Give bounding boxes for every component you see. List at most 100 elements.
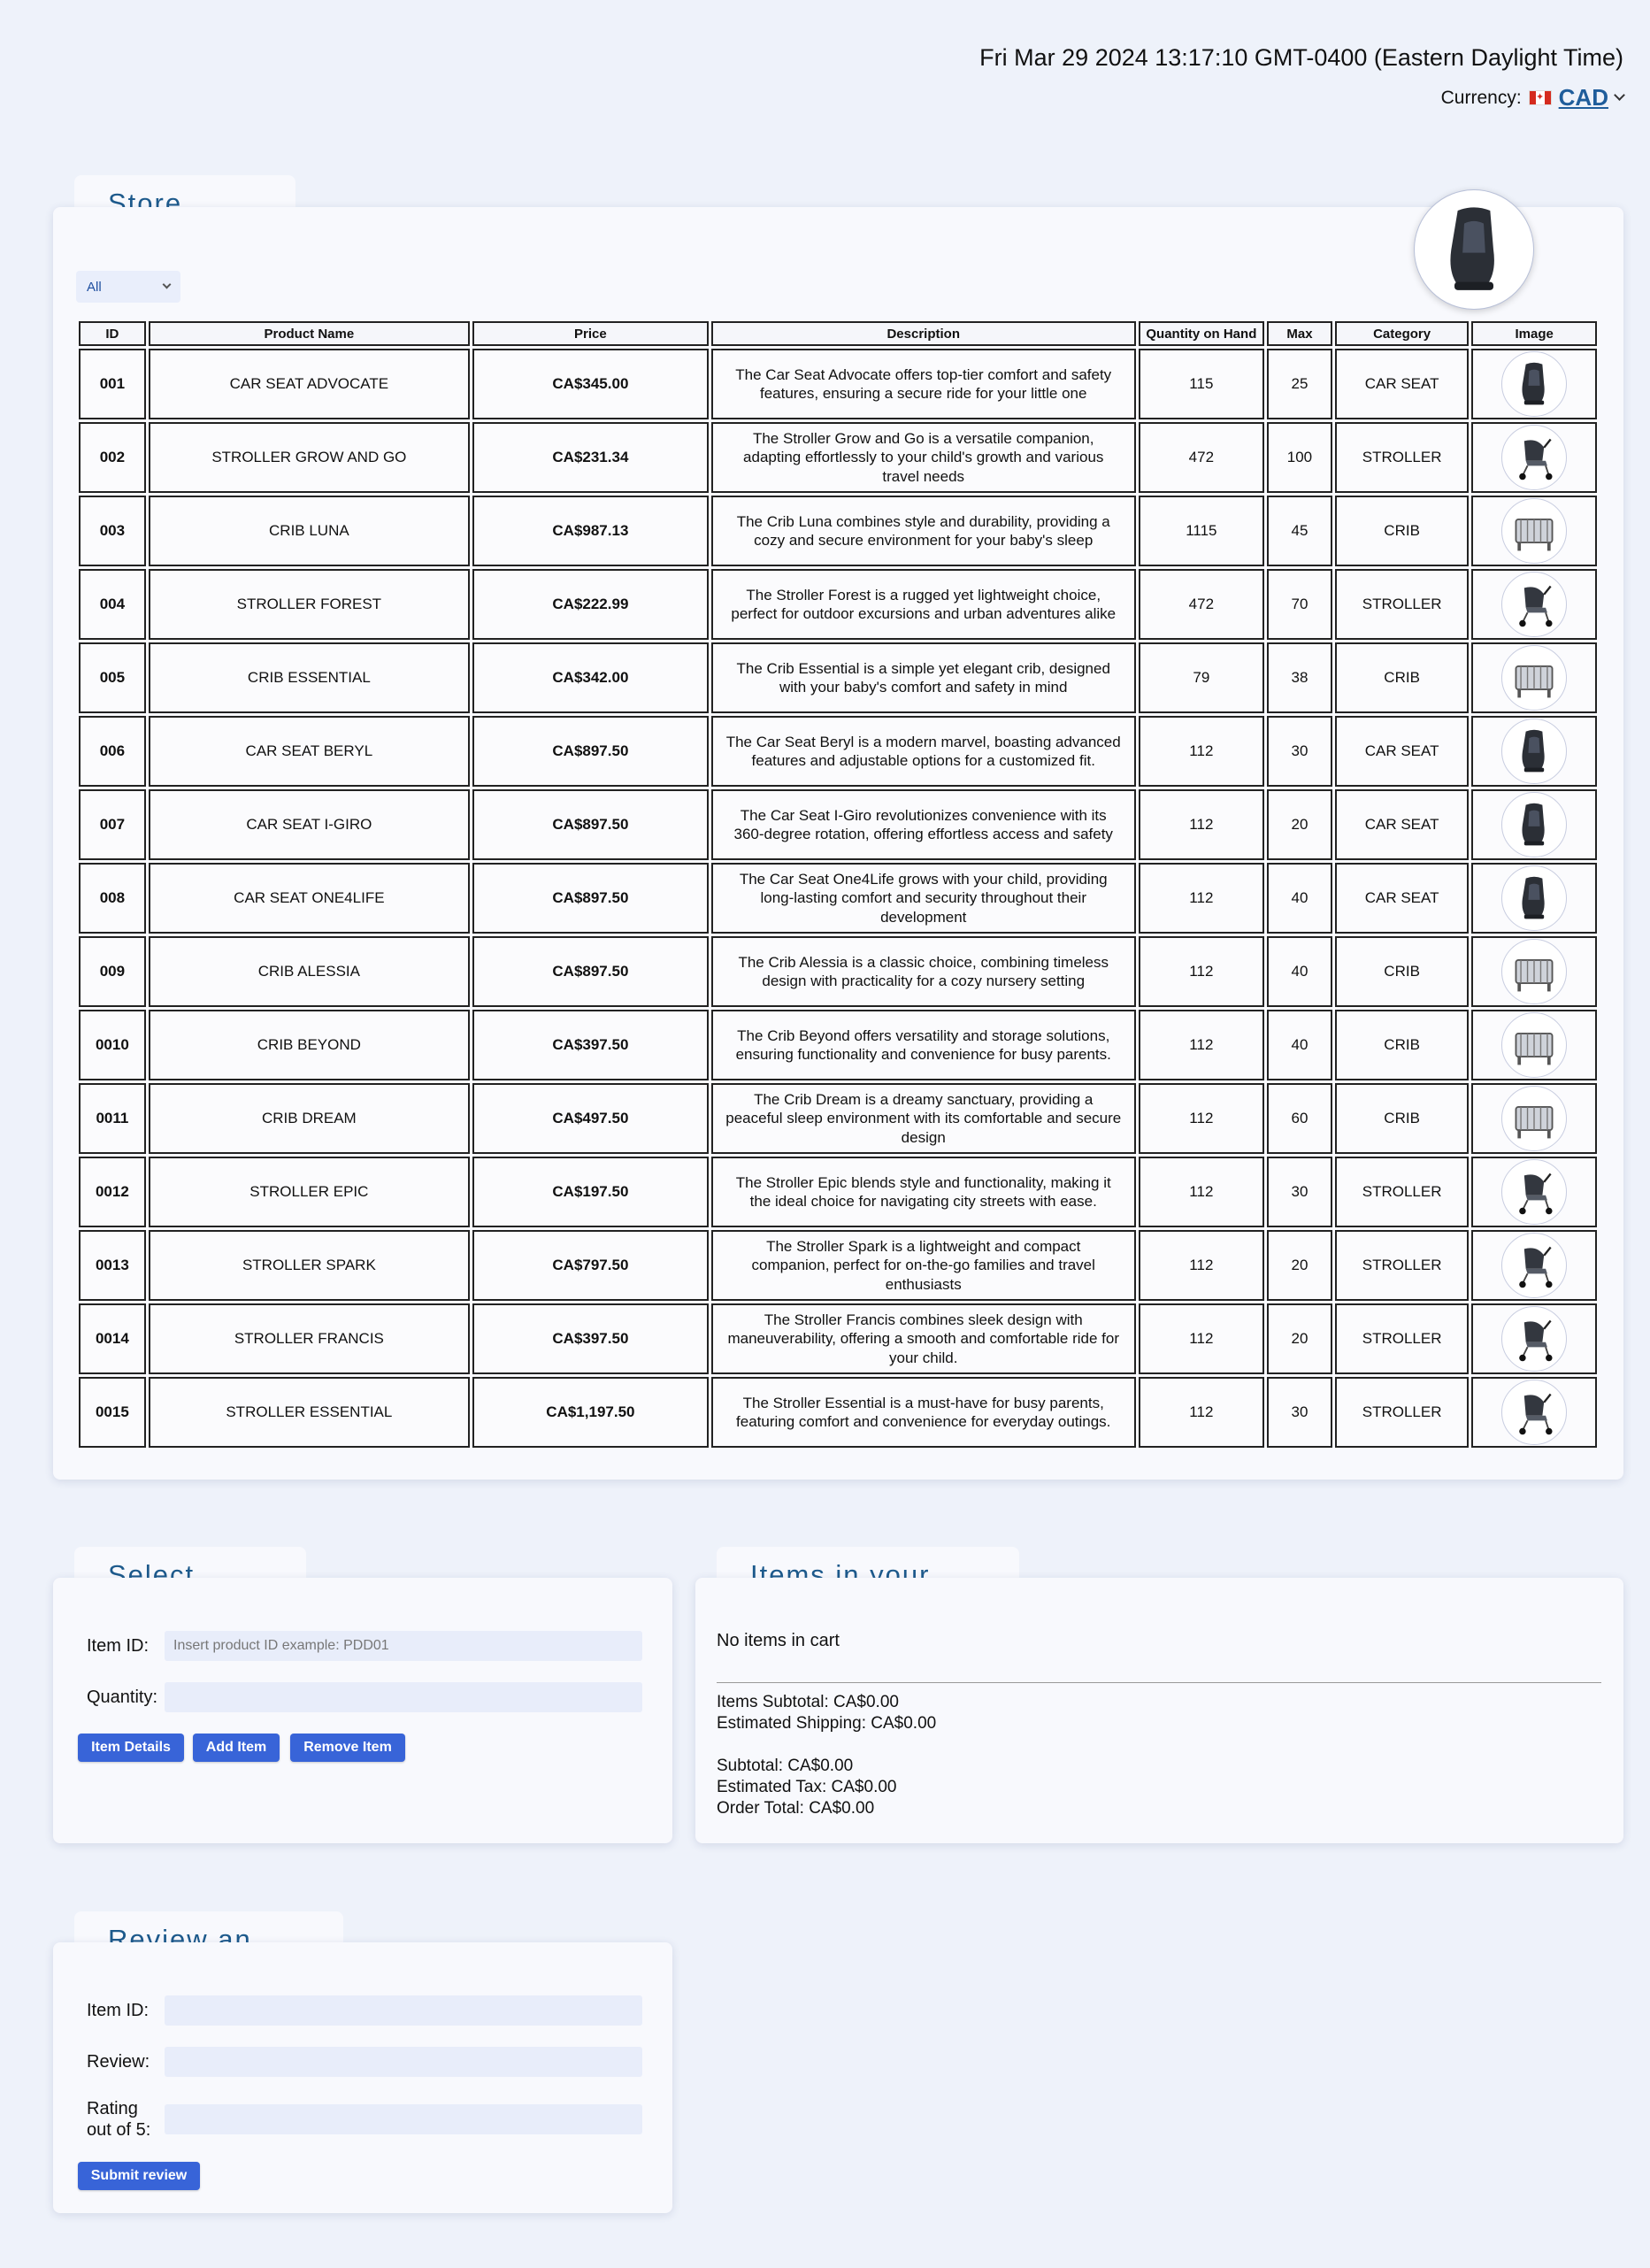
add-item-button[interactable]: Add Item <box>193 1734 280 1762</box>
product-thumbnail[interactable] <box>1501 425 1568 490</box>
cell-max: 100 <box>1267 422 1332 493</box>
cell-category: STROLLER <box>1334 1157 1470 1227</box>
column-header: Description <box>710 321 1136 346</box>
cell-image <box>1471 789 1597 860</box>
table-row: 007 CAR SEAT I-GIRO CA$897.50 The Car Seat … <box>79 789 1597 860</box>
product-thumbnail[interactable] <box>1501 645 1568 711</box>
product-thumbnail[interactable] <box>1501 865 1568 931</box>
crib-icon <box>1515 1106 1554 1139</box>
items-subtotal: Items Subtotal: CA$0.00 <box>717 1693 899 1711</box>
cell-product-name: CRIB ESSENTIAL <box>148 642 470 713</box>
cell-quantity: 112 <box>1138 1010 1265 1080</box>
review-text-row: Review: <box>87 2047 642 2077</box>
currency-select[interactable]: CAD <box>1558 84 1625 111</box>
cell-quantity: 112 <box>1138 1230 1265 1301</box>
cell-quantity: 112 <box>1138 863 1265 934</box>
cell-id: 006 <box>79 716 146 787</box>
cell-description: The Crib Luna combines style and durabil… <box>710 496 1136 566</box>
category-filter-select[interactable]: All <box>76 271 180 303</box>
stroller-icon <box>1519 1172 1553 1215</box>
cell-product-name: STROLLER EPIC <box>148 1157 470 1227</box>
submit-review-button[interactable]: Submit review <box>78 2162 200 2190</box>
rating-input[interactable] <box>165 2104 642 2134</box>
product-thumbnail[interactable] <box>1501 572 1568 637</box>
cell-price: CA$897.50 <box>472 789 709 860</box>
car-seat-icon <box>1522 729 1545 773</box>
cell-description: The Stroller Epic blends style and funct… <box>710 1157 1136 1227</box>
table-header-row: ID Product Name Price Description Quanti… <box>79 321 1597 346</box>
cell-quantity: 112 <box>1138 936 1265 1007</box>
product-thumbnail[interactable] <box>1501 351 1568 417</box>
review-input[interactable] <box>165 2047 642 2077</box>
crib-icon <box>1515 665 1554 698</box>
item-details-button[interactable]: Item Details <box>78 1734 184 1762</box>
item-id-input[interactable]: Insert product ID example: PDD01 <box>165 1631 642 1661</box>
image-wrapper <box>1473 1086 1595 1151</box>
column-header: Image <box>1471 321 1597 346</box>
cell-price: CA$897.50 <box>472 863 709 934</box>
cell-image <box>1471 349 1597 419</box>
crib-icon <box>1515 1033 1554 1065</box>
cell-product-name: CRIB DREAM <box>148 1083 470 1154</box>
cell-description: The Car Seat One4Life grows with your ch… <box>710 863 1136 934</box>
image-wrapper <box>1473 939 1595 1004</box>
cell-quantity: 1115 <box>1138 496 1265 566</box>
cell-id: 002 <box>79 422 146 493</box>
cell-price: CA$222.99 <box>472 569 709 640</box>
table-row: 005 CRIB ESSENTIAL CA$342.00 The Crib Essen… <box>79 642 1597 713</box>
cart-empty-text: No items in cart <box>717 1631 840 1650</box>
cell-id: 0010 <box>79 1010 146 1080</box>
product-thumbnail[interactable] <box>1501 792 1568 857</box>
table-row: 0014 STROLLER FRANCIS CA$397.50 The Strolle… <box>79 1303 1597 1374</box>
cell-image <box>1471 1157 1597 1227</box>
cart-divider <box>717 1682 1601 1683</box>
product-thumbnail[interactable] <box>1501 1086 1568 1151</box>
table-row: 0013 STROLLER SPARK CA$797.50 The Stroller … <box>79 1230 1597 1301</box>
product-thumbnail[interactable] <box>1501 1012 1568 1078</box>
cell-category: STROLLER <box>1334 1303 1470 1374</box>
cell-max: 20 <box>1267 789 1332 860</box>
cell-price: CA$345.00 <box>472 349 709 419</box>
cell-price: CA$397.50 <box>472 1010 709 1080</box>
table-row: 009 CRIB ALESSIA CA$897.50 The Crib Alessia… <box>79 936 1597 1007</box>
cell-description: The Car Seat I-Giro revolutionizes conve… <box>710 789 1136 860</box>
cell-max: 30 <box>1267 716 1332 787</box>
product-thumbnail[interactable] <box>1501 1306 1568 1372</box>
product-thumbnail[interactable] <box>1501 719 1568 784</box>
image-wrapper <box>1473 719 1595 784</box>
product-thumbnail[interactable] <box>1501 1159 1568 1225</box>
image-wrapper <box>1473 1380 1595 1445</box>
remove-item-button[interactable]: Remove Item <box>290 1734 405 1762</box>
cell-quantity: 112 <box>1138 1303 1265 1374</box>
quantity-input[interactable] <box>165 1682 642 1712</box>
currency-value: CAD <box>1558 84 1608 111</box>
cell-id: 0014 <box>79 1303 146 1374</box>
cell-max: 70 <box>1267 569 1332 640</box>
cell-quantity: 472 <box>1138 422 1265 493</box>
cart-card: No items in cart Items Subtotal: CA$0.00… <box>695 1578 1623 1843</box>
product-thumbnail[interactable] <box>1501 1380 1568 1445</box>
cell-max: 60 <box>1267 1083 1332 1154</box>
image-wrapper <box>1473 865 1595 931</box>
table-row: 001 CAR SEAT ADVOCATE CA$345.00 The Car Sea… <box>79 349 1597 419</box>
image-wrapper <box>1473 498 1595 564</box>
review-item-id-input[interactable] <box>165 1995 642 2026</box>
cell-category: STROLLER <box>1334 1230 1470 1301</box>
product-thumbnail[interactable] <box>1501 498 1568 564</box>
currency-row: Currency: ✦ CAD <box>979 84 1625 111</box>
cell-image <box>1471 642 1597 713</box>
cell-product-name: STROLLER FOREST <box>148 569 470 640</box>
cell-product-name: CRIB BEYOND <box>148 1010 470 1080</box>
stroller-icon <box>1519 1393 1553 1435</box>
cell-description: The Stroller Forest is a rugged yet ligh… <box>710 569 1136 640</box>
cell-image <box>1471 1303 1597 1374</box>
table-row: 006 CAR SEAT BERYL CA$897.50 The Car Seat B… <box>79 716 1597 787</box>
cell-description: The Stroller Francis combines sleek desi… <box>710 1303 1136 1374</box>
product-thumbnail[interactable] <box>1501 939 1568 1004</box>
item-id-label: Item ID: <box>87 1635 150 1656</box>
cell-id: 008 <box>79 863 146 934</box>
cell-description: The Crib Essential is a simple yet elega… <box>710 642 1136 713</box>
cell-product-name: CRIB ALESSIA <box>148 936 470 1007</box>
product-thumbnail[interactable] <box>1501 1233 1568 1298</box>
cell-max: 20 <box>1267 1230 1332 1301</box>
